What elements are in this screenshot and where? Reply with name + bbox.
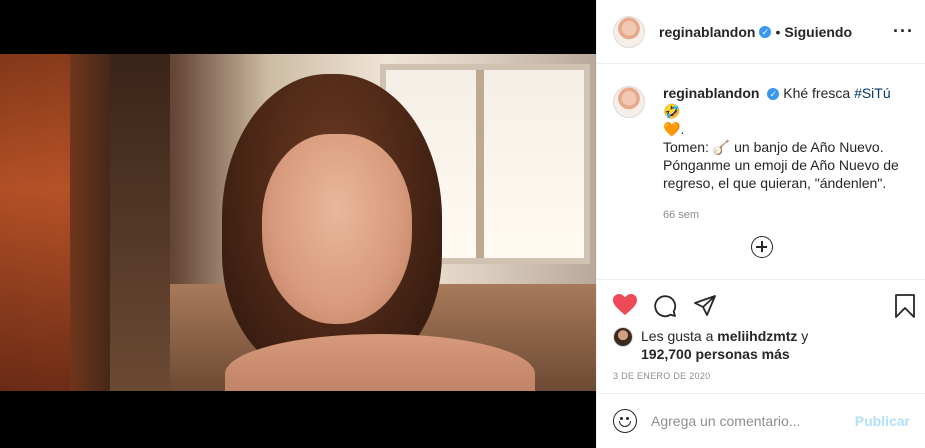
verified-badge-icon: ✓ xyxy=(759,25,772,38)
likes-summary: Les gusta a meliihdzmtz y 192,700 person… xyxy=(613,327,808,363)
post-modal: reginablandon ✓ • Siguiendo ··· reginabl… xyxy=(0,0,925,448)
banjo-emoji: 🪕 xyxy=(712,139,731,155)
caption-verified-badge-icon: ✓ xyxy=(767,88,780,100)
following-button[interactable]: Siguiendo xyxy=(784,24,852,40)
add-circle-icon[interactable] xyxy=(751,236,773,258)
rofl-emoji: 🤣 xyxy=(663,103,681,119)
caption-line2-suffix: un banjo de Año Nuevo. xyxy=(734,139,884,155)
separator-dot: • xyxy=(775,23,781,40)
post-side-panel: reginablandon ✓ • Siguiendo ··· reginabl… xyxy=(596,0,925,448)
post-date[interactable]: 3 DE ENERO DE 2020 xyxy=(613,371,710,381)
orange-heart-emoji: 🧡 xyxy=(663,121,681,137)
likes-count[interactable]: 192,700 personas más xyxy=(641,346,790,362)
caption-author-avatar[interactable] xyxy=(613,86,645,118)
caption-time-ago[interactable]: 66 sem xyxy=(663,206,908,224)
photo-curtain xyxy=(0,54,70,391)
caption-line2-prefix: Tomen: xyxy=(663,139,709,155)
author-username[interactable]: reginablandon xyxy=(659,24,755,40)
send-icon[interactable] xyxy=(693,294,717,321)
author-avatar[interactable] xyxy=(613,15,645,48)
likes-text: Les gusta a meliihdzmtz y 192,700 person… xyxy=(641,327,808,363)
caption-line3: Pónganme un emoji de Año Nuevo de regres… xyxy=(663,157,899,191)
liker-username[interactable]: meliihdzmtz xyxy=(717,328,797,344)
caption-block: reginablandon ✓ Khé fresca #SiTú 🤣 🧡. To… xyxy=(597,84,925,224)
comment-input[interactable] xyxy=(651,413,851,429)
caption-hashtag[interactable]: #SiTú xyxy=(854,85,891,101)
post-photo[interactable] xyxy=(0,54,596,391)
comment-icon[interactable] xyxy=(653,294,677,321)
publish-button[interactable]: Publicar xyxy=(855,413,910,429)
smile-icon[interactable] xyxy=(613,409,637,433)
likes-connector: y xyxy=(801,328,809,344)
likes-prefix: Les gusta a xyxy=(641,328,714,344)
heart-icon[interactable] xyxy=(613,294,637,319)
liker-avatar[interactable] xyxy=(613,327,633,347)
action-bar xyxy=(597,279,925,331)
post-header: reginablandon ✓ • Siguiendo ··· xyxy=(597,0,925,64)
comment-bar: Publicar xyxy=(597,393,925,448)
more-options-icon[interactable]: ··· xyxy=(893,22,914,40)
bookmark-icon[interactable] xyxy=(894,294,916,321)
photo-door xyxy=(110,54,170,391)
post-media xyxy=(0,0,596,448)
caption-username[interactable]: reginablandon xyxy=(663,85,759,101)
caption-text: reginablandon ✓ Khé fresca #SiTú 🤣 🧡. To… xyxy=(663,84,908,224)
photo-face xyxy=(262,134,412,324)
caption-part1: Khé fresca xyxy=(783,85,851,101)
